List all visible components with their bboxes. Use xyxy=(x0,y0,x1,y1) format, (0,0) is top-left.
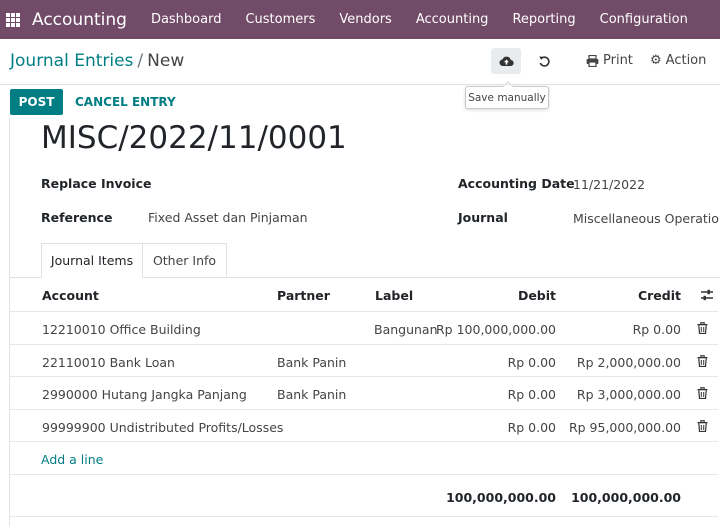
row4-debit[interactable]: Rp 0.00 xyxy=(426,420,556,435)
row3-partner[interactable]: Bank Panin xyxy=(277,387,346,402)
cloud-upload-icon xyxy=(498,56,514,67)
row3-debit[interactable]: Rp 0.00 xyxy=(426,387,556,402)
save-tooltip: Save manually xyxy=(465,81,549,109)
sheet-border xyxy=(9,118,10,526)
menu-customers[interactable]: Customers xyxy=(233,12,327,27)
action-label: Action xyxy=(665,53,707,68)
breadcrumb-journal-entries[interactable]: Journal Entries xyxy=(10,51,133,71)
menu-vendors[interactable]: Vendors xyxy=(327,12,403,27)
row2-account[interactable]: 22110010 Bank Loan xyxy=(42,355,175,370)
row3-credit[interactable]: Rp 3,000,000.00 xyxy=(551,387,681,402)
print-button[interactable]: Print xyxy=(586,53,633,68)
add-line-link[interactable]: Add a line xyxy=(41,452,103,467)
row1-credit[interactable]: Rp 0.00 xyxy=(551,322,681,337)
column-label[interactable]: Label xyxy=(375,288,413,303)
accounting-date-label: Accounting Date xyxy=(458,176,575,191)
row1-debit[interactable]: Rp 100,000,000.00 xyxy=(426,322,556,337)
undo-icon xyxy=(538,55,550,67)
breadcrumb: Journal Entries / New xyxy=(10,51,184,71)
reference-label: Reference xyxy=(41,210,113,225)
app-name[interactable]: Accounting xyxy=(32,10,127,30)
control-panel-divider xyxy=(0,84,720,85)
optional-columns-icon[interactable] xyxy=(700,289,714,301)
row4-credit[interactable]: Rp 95,000,000.00 xyxy=(551,420,681,435)
row2-partner[interactable]: Bank Panin xyxy=(277,355,346,370)
journal-field[interactable]: Miscellaneous Operations xyxy=(573,211,720,226)
row3-account[interactable]: 2990000 Hutang Jangka Panjang xyxy=(42,387,247,402)
print-icon xyxy=(586,54,599,67)
accounting-date-field[interactable]: 11/21/2022 xyxy=(573,177,645,192)
row2-debit[interactable]: Rp 0.00 xyxy=(426,355,556,370)
cancel-entry-button[interactable]: CANCEL ENTRY xyxy=(75,95,176,109)
apps-grid-icon[interactable] xyxy=(6,12,20,27)
tab-other-info[interactable]: Other Info xyxy=(143,243,227,278)
reference-field[interactable]: Fixed Asset dan Pinjaman xyxy=(148,210,308,225)
print-label: Print xyxy=(603,53,633,68)
row4-account[interactable]: 99999900 Undistributed Profits/Losses xyxy=(42,420,283,435)
header-divider xyxy=(10,311,718,312)
trash-icon[interactable] xyxy=(697,387,708,399)
total-debit: 100,000,000.00 xyxy=(446,490,556,505)
journal-label: Journal xyxy=(458,210,508,225)
row-divider xyxy=(10,474,718,475)
trash-icon[interactable] xyxy=(697,322,708,334)
row2-credit[interactable]: Rp 2,000,000.00 xyxy=(551,355,681,370)
breadcrumb-separator: / xyxy=(137,51,144,71)
menu-accounting[interactable]: Accounting xyxy=(404,12,501,27)
column-debit[interactable]: Debit xyxy=(476,288,556,303)
total-credit: 100,000,000.00 xyxy=(571,490,681,505)
row-divider xyxy=(10,344,718,345)
discard-changes-button[interactable] xyxy=(530,48,558,74)
column-credit[interactable]: Credit xyxy=(601,288,681,303)
menu-dashboard[interactable]: Dashboard xyxy=(139,12,234,27)
row-divider xyxy=(10,409,718,410)
entry-name: MISC/2022/11/0001 xyxy=(41,120,347,156)
table-bottom-border xyxy=(10,516,718,517)
trash-icon[interactable] xyxy=(697,420,708,432)
top-navbar: Accounting Dashboard Customers Vendors A… xyxy=(0,0,720,39)
row1-account[interactable]: 12210010 Office Building xyxy=(42,322,201,337)
tab-journal-items[interactable]: Journal Items xyxy=(41,243,143,278)
replace-invoice-label: Replace Invoice xyxy=(41,176,152,191)
save-manually-button[interactable] xyxy=(491,48,521,74)
menu-reporting[interactable]: Reporting xyxy=(500,12,587,27)
row-divider xyxy=(10,441,718,442)
row-divider xyxy=(10,376,718,377)
trash-icon[interactable] xyxy=(697,355,708,367)
column-partner[interactable]: Partner xyxy=(277,288,330,303)
breadcrumb-current: New xyxy=(147,51,185,71)
action-button[interactable]: ⚙ Action xyxy=(650,53,706,68)
menu-configuration[interactable]: Configuration xyxy=(588,12,700,27)
column-account[interactable]: Account xyxy=(42,288,99,303)
post-button[interactable]: POST xyxy=(10,89,63,115)
gear-icon: ⚙ xyxy=(650,53,662,68)
